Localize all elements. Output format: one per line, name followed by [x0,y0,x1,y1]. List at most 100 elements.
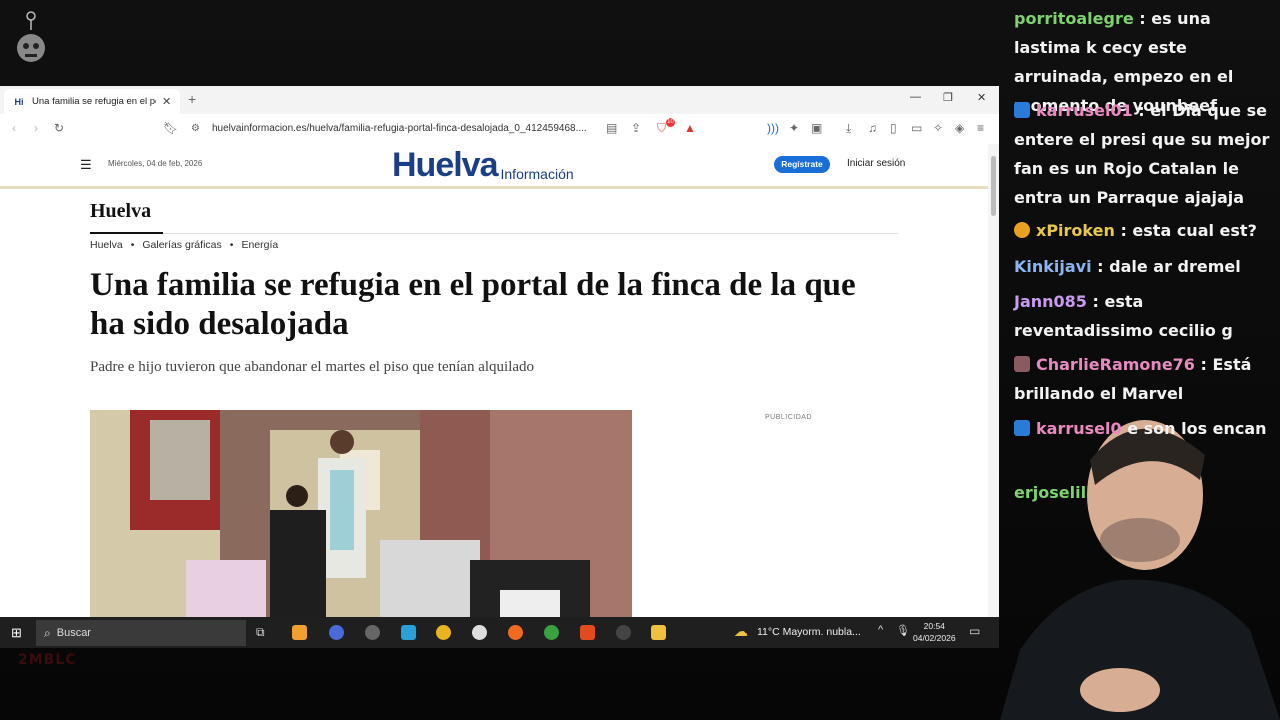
speak-icon[interactable]: ))) [767,121,779,135]
site-favicon: Hi [14,96,24,107]
article-subhead: Padre e hijo tuvieron que abandonar el m… [90,359,535,375]
screenshot-icon[interactable]: ▣ [811,121,822,135]
tab-bar: Hi Una familia se refugia en el port ✕ +… [0,86,999,114]
chat-username[interactable]: Kinkijavi [1014,257,1092,276]
chat-username[interactable]: karrusel01 [1036,101,1133,120]
brave-app-icon[interactable] [580,625,595,640]
sidebar-icon[interactable]: ▯ [890,121,897,135]
user-badge-icon [1014,356,1030,372]
moderator-badge-icon [1014,420,1030,436]
stream-chat: porritoalegre : es una lastima k cecy es… [1000,0,1280,720]
browser-toolbar: ‹ › ↻ 🔖︎ ⚙ huelvainformacion.es/huelva/f… [0,114,999,145]
extensions-icon[interactable]: ✦ [789,121,799,135]
back-icon[interactable]: ‹ [12,121,16,135]
chat-username[interactable]: erjoselil [1014,483,1086,502]
clock-date: 04/02/2026 [913,633,956,643]
tray-chevron-icon[interactable]: ^ [878,624,883,636]
chat-username[interactable]: CharlieRamone76 [1036,355,1195,374]
minimize-icon[interactable]: — [910,91,921,103]
login-link[interactable]: Iniciar sesión [847,158,905,169]
section-divider [163,233,898,234]
chat-message: xPiroken : esta cual est? [1014,216,1276,245]
media-icon[interactable]: ♫ [868,121,877,135]
microphone-icon[interactable]: 🎙︎ [896,624,910,637]
breadcrumb-item[interactable]: Huelva [90,239,123,251]
brand-sub: Información [500,166,574,182]
section-underline [90,232,163,234]
download-icon[interactable]: ⤓ [846,121,851,136]
site-logo[interactable]: Huelva Información [392,146,574,184]
stream-logo-bottom: 2MBLC [18,652,77,668]
article-headline: Una familia se refugia en el portal de l… [90,267,856,342]
close-tab-icon[interactable]: ✕ [162,95,171,108]
subscriber-badge-icon [1014,222,1030,238]
breadcrumb: Huelva • Galerías gráficas • Energía [90,239,278,251]
chat-text: dale ar dremel [1109,257,1241,276]
wallet-icon[interactable]: ▭ [911,121,922,135]
discord-app-icon[interactable] [329,625,344,640]
share-icon[interactable]: ⇪ [631,121,641,135]
browser-window: Hi Una familia se refugia en el port ✕ +… [0,86,999,617]
site-info-icon[interactable]: ⚙ [191,123,200,134]
telegram-app-icon[interactable] [401,625,416,640]
close-window-icon[interactable]: ✕ [977,91,986,104]
new-tab-icon[interactable]: + [188,91,196,107]
chat-message: karrusel01 : el Dia que se entere el pre… [1014,101,1270,207]
hamburger-search-icon[interactable]: ☰ [80,157,92,173]
media-player-app-icon[interactable] [472,625,487,640]
firefox-app-icon[interactable] [508,625,523,640]
shield-count-badge: 10 [666,118,675,127]
register-button[interactable]: Regístrate [774,156,830,173]
chat-message: karrusel0 e son los encan [1014,414,1276,443]
task-view-icon[interactable]: ⧉ [256,625,265,640]
reload-icon[interactable]: ↻ [54,121,64,135]
address-bar[interactable]: huelvainformacion.es/huelva/familia-refu… [212,123,587,134]
vpn-icon[interactable]: ◈ [955,121,964,135]
chat-username[interactable]: porritoalegre [1014,9,1134,28]
moderator-badge-icon [1014,102,1030,118]
brave-shield-icon[interactable]: ⛉ [657,121,666,136]
restore-icon[interactable]: ❐ [943,91,953,104]
xbox-app-icon[interactable] [544,625,559,640]
reader-icon[interactable]: ▤ [606,121,617,135]
windows-start-icon[interactable]: ⊞ [11,625,22,641]
app-icon[interactable] [616,625,631,640]
clock-time: 20:54 [923,621,945,631]
search-icon: ⌕ [44,625,51,640]
taskbar-clock[interactable]: 20:54 04/02/2026 [913,620,956,644]
taskbar-search[interactable]: ⌕ Buscar [36,620,246,646]
tab-title: Una familia se refugia en el port [32,96,156,107]
forward-icon[interactable]: › [34,121,38,135]
chrome-app-icon[interactable] [436,625,451,640]
section-title[interactable]: Huelva [90,200,151,223]
chat-message: Kinkijavi : dale ar dremel [1014,257,1241,276]
breadcrumb-item[interactable]: Galerías gráficas [142,239,221,251]
breadcrumb-separator: • [229,239,234,251]
browser-tab[interactable]: Hi Una familia se refugia en el port ✕ [4,89,180,114]
chat-username[interactable]: Jann085 [1014,292,1087,311]
menu-icon[interactable]: ≡ [977,121,984,135]
store-app-icon[interactable] [292,625,307,640]
search-label: Buscar [56,627,91,639]
weather-text[interactable]: 11°C Mayorm. nubla... [757,626,861,638]
chat-message: Jann085 : esta reventadissimo cecilio g [1014,292,1233,340]
chat-username[interactable]: xPiroken [1036,221,1115,240]
site-header: ☰ Miércoles, 04 de feb, 2026 Huelva Info… [0,144,988,189]
obs-app-icon[interactable] [365,625,380,640]
page-scrollbar-thumb[interactable] [991,156,996,216]
leo-icon[interactable]: ✧ [933,121,943,135]
rewards-icon[interactable]: ▲ [684,121,696,135]
breadcrumb-item[interactable]: Energía [241,239,278,251]
chat-username[interactable]: karrusel0 [1036,419,1122,438]
chat-message: erjoselil [1014,478,1276,507]
file-explorer-app-icon[interactable] [651,625,666,640]
article-photo[interactable] [90,410,632,617]
windows-taskbar: ⊞ ⌕ Buscar ⧉ ☁ 11°C Mayorm. nubla... ^ 🎙… [0,617,999,648]
web-page: ☰ Miércoles, 04 de feb, 2026 Huelva Info… [0,144,988,617]
streamer-logo-icon [17,11,45,62]
chat-text: esta cual est? [1132,221,1257,240]
breadcrumb-separator: • [130,239,135,251]
bookmark-icon[interactable]: 🔖︎ [163,121,178,135]
brand-main: Huelva [392,146,498,184]
chat-text: e son los encan [1127,419,1267,438]
